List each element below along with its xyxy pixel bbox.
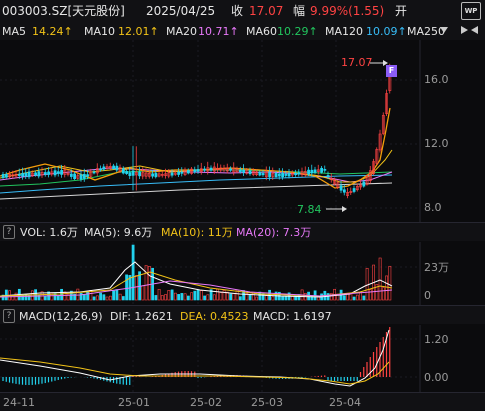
x-tick-25-01: 25-01: [118, 396, 150, 409]
low-marker-value: 7.84: [297, 203, 322, 216]
macd-help-icon[interactable]: ?: [3, 309, 15, 323]
x-tick-25-04: 25-04: [329, 396, 361, 409]
macd-value: MACD: 1.6197: [253, 310, 332, 323]
vol-ma10-label: MA(10): 11万: [161, 226, 233, 239]
f-badge-icon[interactable]: F: [386, 65, 397, 77]
high-marker-value: 17.07: [341, 56, 373, 69]
macd-title: MACD(12,26,9): [19, 310, 103, 323]
macd-dif: DIF: 1.2621: [110, 310, 173, 323]
chart-canvas: [0, 40, 421, 392]
vol-ma20-label: MA(20): 7.3万: [236, 226, 312, 239]
vol-tick-0: 0: [424, 289, 431, 302]
vol-tick-23w: 23万: [424, 261, 449, 274]
price-tick-16: 16.0: [424, 73, 449, 86]
ma250-line: [0, 182, 393, 200]
volume-bars: [1, 244, 392, 301]
ma10-line: [0, 149, 393, 183]
x-axis-bar: [0, 392, 485, 411]
vol-label: VOL: 1.6万: [20, 226, 78, 239]
macd-tick-0: 0.00: [424, 371, 449, 384]
price-tick-12: 12.0: [424, 137, 449, 150]
price-tick-8: 8.0: [424, 201, 442, 214]
macd-dea: DEA: 0.4523: [180, 310, 249, 323]
x-tick-25-03: 25-03: [251, 396, 283, 409]
x-tick-24-11: 24-11: [3, 396, 35, 409]
x-tick-25-02: 25-02: [190, 396, 222, 409]
vol-ma5-label: MA(5): 9.6万: [84, 226, 153, 239]
volume-help-icon[interactable]: ?: [3, 225, 15, 239]
macd-tick-120: 1.20: [424, 333, 449, 346]
